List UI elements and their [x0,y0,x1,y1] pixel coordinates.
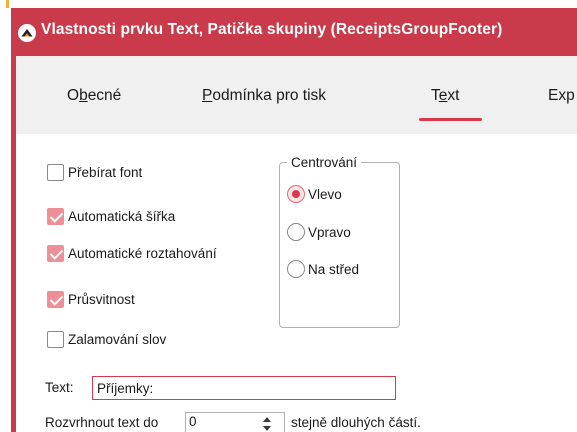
dialog-client-area: Obecné Podmínka pro tisk Text Exp Přebír… [16,56,577,432]
checkbox-zalamovani-slov[interactable]: Zalamování slov [47,329,166,349]
tab-podminka-pro-tisk[interactable]: Podmínka pro tisk [202,87,326,105]
tab-obecne[interactable]: Obecné [67,87,121,105]
checkbox-label: Automatické roztahování [68,245,217,261]
radio-button[interactable] [287,223,305,241]
checkbox-automaticka-sirka[interactable]: Automatická šířka [47,206,175,226]
checkbox-box[interactable] [47,290,64,308]
radio-button[interactable] [287,185,305,203]
radio-label: Vlevo [308,186,342,202]
checkbox-label: Přebírat font [68,164,143,180]
tab-obecne-mnemonic: b [79,87,88,104]
split-label-after: stejně dlouhých částí. [291,415,421,430]
radio-na-stred[interactable]: Na střed [287,259,359,279]
tab-podminka-label: odmínka pro tisk [212,87,327,104]
checkbox-label: Automatická šířka [68,208,176,224]
radio-label: Vpravo [308,224,351,240]
tab-exp[interactable]: Exp [548,87,575,105]
app-logo-icon [18,24,36,42]
title-bar[interactable]: Vlastnosti prvku Text, Patička skupiny (… [11,8,577,56]
spinner-arrows-icon[interactable] [261,415,273,432]
radio-vpravo[interactable]: Vpravo [287,222,351,242]
properties-dialog: Vlastnosti prvku Text, Patička skupiny (… [11,8,577,432]
text-input[interactable] [92,376,396,400]
checkbox-prebirat-font[interactable]: Přebírat font [47,162,142,182]
radio-button[interactable] [287,260,305,278]
radio-vlevo[interactable]: Vlevo [287,184,342,204]
text-field-label: Text: [45,380,74,395]
tab-text-label: T [431,87,439,104]
checkbox-box[interactable] [47,207,64,225]
tab-obecne-label-rest: ecné [87,87,122,104]
checkbox-box[interactable] [47,244,64,262]
checkbox-label: Průsvitnost [68,291,135,307]
checkbox-box[interactable] [47,330,64,348]
parts-count-value: 0 [189,414,197,429]
tab-obecne-label: O [67,87,80,104]
checkbox-prusvitnost[interactable]: Průsvitnost [47,289,135,309]
tab-podminka-mnemonic: P [202,87,213,104]
split-label-before: Rozvrhnout text do [45,415,159,430]
checkbox-box[interactable] [47,163,64,181]
tab-text-label-rest: xt [447,87,460,104]
background-window-edge [0,0,10,432]
window-title: Vlastnosti prvku Text, Patička skupiny (… [41,21,503,38]
radio-label: Na střed [308,261,360,277]
tab-text[interactable]: Text [431,87,459,105]
active-tab-indicator [419,118,482,121]
tab-bar: Obecné Podmínka pro tisk Text Exp [16,56,577,134]
checkbox-automaticke-roztahovani[interactable]: Automatické roztahování [47,243,217,263]
checkbox-label: Zalamování slov [68,331,167,347]
background-window-marker [6,0,9,8]
alignment-group-legend: Centrování [287,155,362,170]
